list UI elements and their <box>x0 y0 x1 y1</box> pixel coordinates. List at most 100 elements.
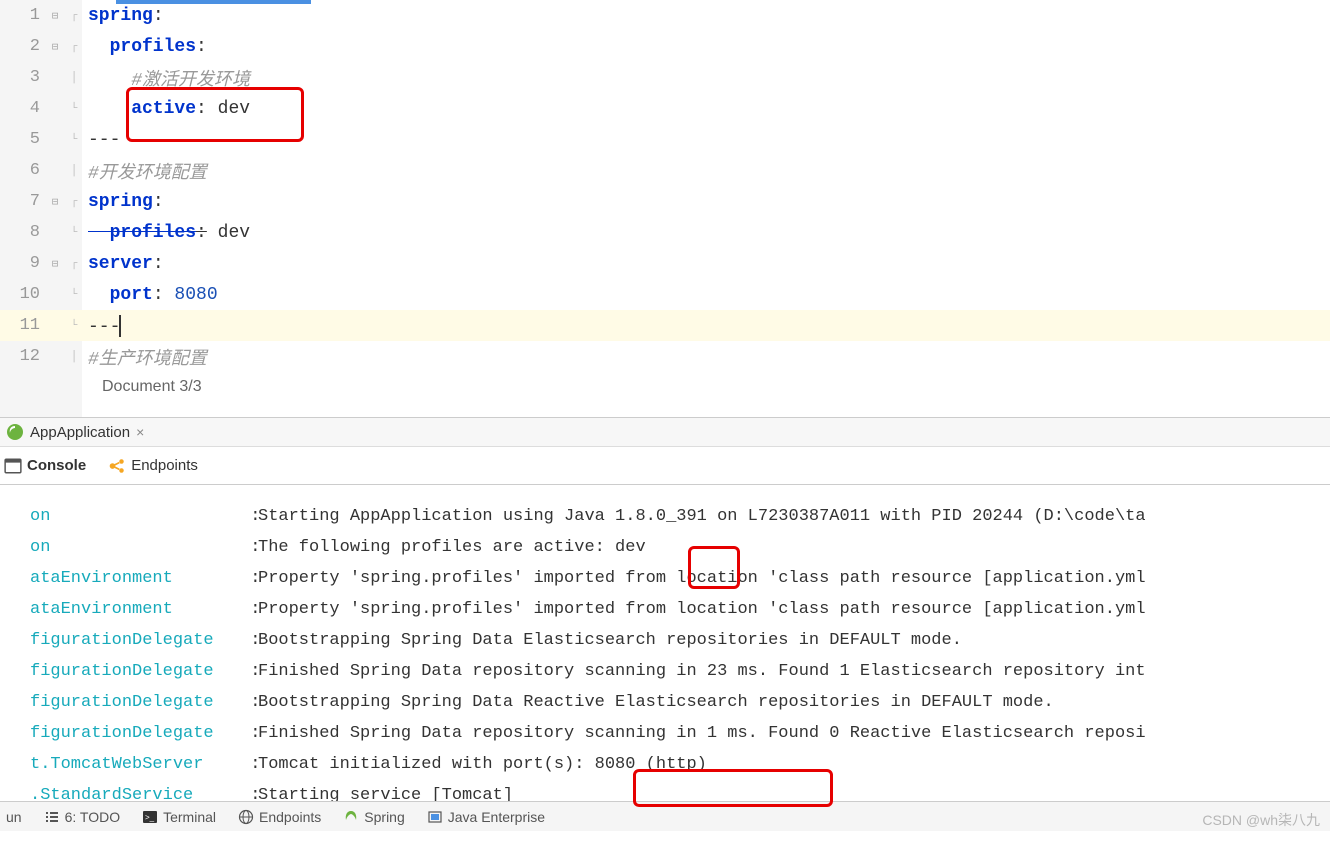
line-number: 8 <box>0 223 46 242</box>
editor-area[interactable]: 1⊟┌spring:2⊟┌ profiles:3│ #激活开发环境4└ acti… <box>0 0 1330 417</box>
fold-marker[interactable]: ⊟ <box>46 257 64 271</box>
tab-console[interactable]: Console <box>4 457 86 475</box>
code-content[interactable]: #生产环境配置 <box>82 344 207 370</box>
editor-status: Document 3/3 <box>0 372 1330 402</box>
code-content[interactable]: active: dev <box>82 99 250 119</box>
bottom-terminal[interactable]: >_ Terminal <box>142 809 216 825</box>
console-line-9[interactable]: .StandardService : Starting service [Tom… <box>30 780 1330 801</box>
log-message: Finished Spring Data repository scanning… <box>258 718 1330 749</box>
code-line-4[interactable]: 4 └ active: dev <box>0 93 1330 124</box>
code-line-1[interactable]: 1⊟┌spring: <box>0 0 1330 31</box>
close-panel-button[interactable]: × <box>136 424 144 440</box>
log-source: on <box>30 532 240 563</box>
log-message: Bootstrapping Spring Data Reactive Elast… <box>258 687 1330 718</box>
svg-text:>_: >_ <box>145 813 155 822</box>
code-content[interactable]: profiles: dev <box>82 223 250 243</box>
console-line-5[interactable]: figurationDelegate : Finished Spring Dat… <box>30 656 1330 687</box>
run-panel-header: AppApplication × <box>0 417 1330 447</box>
console-line-2[interactable]: ataEnvironment : Property 'spring.profil… <box>30 563 1330 594</box>
line-number: 4 <box>0 99 46 118</box>
bottom-todo[interactable]: 6: TODO <box>44 809 121 825</box>
indent-marker: ┌ <box>64 258 82 270</box>
console-line-1[interactable]: on : The following profiles are active: … <box>30 532 1330 563</box>
fold-marker[interactable]: ⊟ <box>46 195 64 209</box>
indent-marker: ┌ <box>64 10 82 22</box>
code-content[interactable]: profiles: <box>82 37 207 57</box>
code-content[interactable]: #开发环境配置 <box>82 158 207 184</box>
spring-run-icon <box>6 423 24 441</box>
run-tabs: Console Endpoints <box>0 447 1330 485</box>
bottom-spring[interactable]: Spring <box>343 809 404 825</box>
log-message: Starting AppApplication using Java 1.8.0… <box>258 501 1330 532</box>
tab-endpoints[interactable]: Endpoints <box>108 457 198 475</box>
console-line-0[interactable]: on : Starting AppApplication using Java … <box>30 501 1330 532</box>
code-line-6[interactable]: 6│#开发环境配置 <box>0 155 1330 186</box>
code-content[interactable]: server: <box>82 254 164 274</box>
console-line-6[interactable]: figurationDelegate : Bootstrapping Sprin… <box>30 687 1330 718</box>
indent-marker: └ <box>64 289 82 301</box>
code-line-3[interactable]: 3│ #激活开发环境 <box>0 62 1330 93</box>
log-source: .StandardService <box>30 780 240 801</box>
indent-marker: ┌ <box>64 41 82 53</box>
log-message: Property 'spring.profiles' imported from… <box>258 594 1330 625</box>
console-output[interactable]: on : Starting AppApplication using Java … <box>0 485 1330 801</box>
bottom-run-label[interactable]: un <box>6 809 22 825</box>
indent-marker: └ <box>64 320 82 332</box>
code-line-11[interactable]: 11 └--- <box>0 310 1330 341</box>
endpoints-icon <box>108 457 126 475</box>
terminal-icon: >_ <box>142 809 158 825</box>
line-number: 2 <box>0 37 46 56</box>
bottom-endpoints[interactable]: Endpoints <box>238 809 321 825</box>
code-line-10[interactable]: 10 └ port: 8080 <box>0 279 1330 310</box>
spring-leaf-icon <box>343 809 359 825</box>
indent-marker: └ <box>64 227 82 239</box>
fold-marker[interactable]: ⊟ <box>46 40 64 54</box>
todo-icon <box>44 809 60 825</box>
line-number: 5 <box>0 130 46 149</box>
fold-marker[interactable]: ⊟ <box>46 9 64 23</box>
log-source: figurationDelegate <box>30 687 240 718</box>
code-line-2[interactable]: 2⊟┌ profiles: <box>0 31 1330 62</box>
log-message: Starting service [Tomcat] <box>258 780 1330 801</box>
log-source: figurationDelegate <box>30 625 240 656</box>
log-message: Finished Spring Data repository scanning… <box>258 656 1330 687</box>
line-number: 1 <box>0 6 46 25</box>
code-content[interactable]: --- <box>82 130 120 150</box>
code-content[interactable]: spring: <box>82 192 164 212</box>
log-source: on <box>30 501 240 532</box>
code-content[interactable]: --- <box>82 315 121 337</box>
log-message: Bootstrapping Spring Data Elasticsearch … <box>258 625 1330 656</box>
globe-icon <box>238 809 254 825</box>
log-message: Tomcat initialized with port(s): 8080 (h… <box>258 749 1330 780</box>
log-source: t.TomcatWebServer <box>30 749 240 780</box>
log-source: figurationDelegate <box>30 656 240 687</box>
tab-console-label: Console <box>27 457 86 474</box>
line-number: 12 <box>0 347 46 366</box>
code-line-7[interactable]: 7⊟┌spring: <box>0 186 1330 217</box>
code-line-8[interactable]: 8 └ profiles: dev <box>0 217 1330 248</box>
code-content[interactable]: #激活开发环境 <box>82 65 250 91</box>
code-line-5[interactable]: 5 └--- <box>0 124 1330 155</box>
console-line-8[interactable]: t.TomcatWebServer : Tomcat initialized w… <box>30 749 1330 780</box>
line-number: 6 <box>0 161 46 180</box>
console-line-3[interactable]: ataEnvironment : Property 'spring.profil… <box>30 594 1330 625</box>
text-cursor <box>119 315 121 337</box>
log-message: The following profiles are active: dev <box>258 532 1330 563</box>
code-line-12[interactable]: 12│#生产环境配置 <box>0 341 1330 372</box>
code-line-9[interactable]: 9⊟┌server: <box>0 248 1330 279</box>
line-number: 7 <box>0 192 46 211</box>
line-number: 11 <box>0 316 46 335</box>
indent-marker: └ <box>64 103 82 115</box>
log-message: Property 'spring.profiles' imported from… <box>258 563 1330 594</box>
bottom-java-enterprise[interactable]: Java Enterprise <box>427 809 545 825</box>
code-content[interactable]: spring: <box>82 6 164 26</box>
console-line-4[interactable]: figurationDelegate : Bootstrapping Sprin… <box>30 625 1330 656</box>
code-content[interactable]: port: 8080 <box>82 285 218 305</box>
console-line-7[interactable]: figurationDelegate : Finished Spring Dat… <box>30 718 1330 749</box>
bottom-toolbar: un 6: TODO >_ Terminal Endpoints Spring … <box>0 801 1330 831</box>
indent-marker: └ <box>64 134 82 146</box>
line-number: 9 <box>0 254 46 273</box>
line-number: 10 <box>0 285 46 304</box>
java-ee-icon <box>427 809 443 825</box>
tab-endpoints-label: Endpoints <box>131 457 198 474</box>
